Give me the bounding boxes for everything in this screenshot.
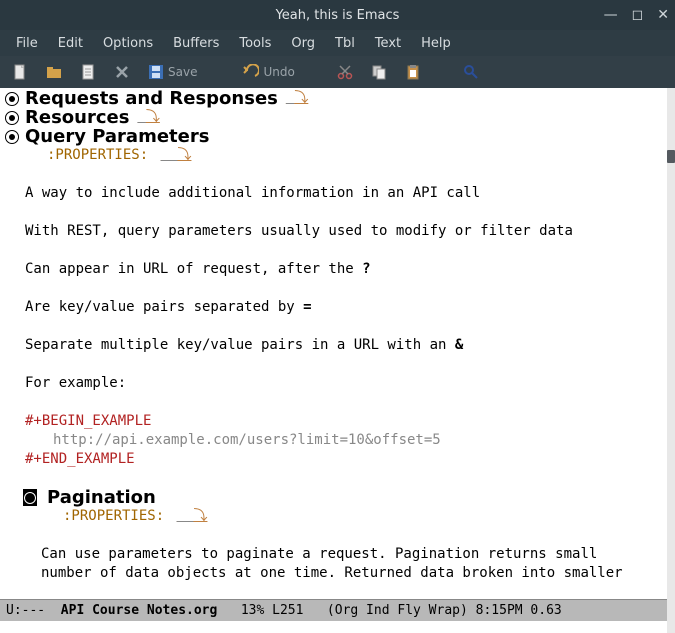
- menu-bar: File Edit Options Buffers Tools Org Tbl …: [0, 30, 675, 56]
- paragraph: Are key/value pairs separated by =: [5, 298, 667, 317]
- menu-help[interactable]: Help: [413, 34, 459, 53]
- properties-drawer[interactable]: :PROPERTIES: ⤵: [5, 507, 667, 526]
- paste-button[interactable]: [401, 62, 425, 82]
- window-title: Yeah, this is Emacs: [276, 8, 400, 23]
- properties-drawer[interactable]: :PROPERTIES: ⤵: [5, 146, 667, 165]
- end-example: #+END_EXAMPLE: [5, 450, 667, 469]
- heading-text: Pagination: [47, 488, 156, 507]
- fold-indicator-icon[interactable]: ⤵: [282, 89, 308, 108]
- close-icon[interactable]: ✕: [657, 7, 669, 23]
- open-file-icon: [46, 64, 62, 80]
- menu-tools[interactable]: Tools: [231, 34, 279, 53]
- scrollbar[interactable]: [667, 88, 675, 633]
- window-controls: — ◻ ✕: [604, 0, 669, 30]
- kill-buffer-button[interactable]: [110, 62, 134, 82]
- menu-tbl[interactable]: Tbl: [327, 34, 363, 53]
- bullet-cursor-icon: [23, 489, 37, 506]
- editor-area: Requests and Responses ⤵ Resources ⤵ Que…: [0, 88, 675, 633]
- new-file-button[interactable]: [8, 62, 32, 82]
- modeline-buffer-name: API Course Notes.org: [53, 603, 217, 618]
- bullet-icon: [5, 130, 19, 144]
- bullet-icon: [5, 111, 19, 125]
- heading-resources[interactable]: Resources ⤵: [5, 108, 667, 127]
- modeline-modes: (Org Ind Fly Wrap): [327, 603, 476, 618]
- undo-label: Undo: [263, 65, 294, 79]
- scissors-icon: [337, 64, 353, 80]
- menu-text[interactable]: Text: [367, 34, 409, 53]
- modeline-time-load: 8:15PM 0.63: [476, 603, 562, 618]
- fold-indicator-icon[interactable]: ⤵: [133, 108, 159, 127]
- heading-text: Resources: [25, 108, 129, 127]
- paragraph: Separate multiple key/value pairs in a U…: [5, 336, 667, 355]
- paragraph: Can use parameters to paginate a request…: [5, 545, 667, 564]
- copy-icon: [371, 64, 387, 80]
- tool-bar: Save Undo: [0, 56, 675, 88]
- save-label: Save: [168, 65, 197, 79]
- open-file-button[interactable]: [42, 62, 66, 82]
- heading-query-parameters[interactable]: Query Parameters: [5, 127, 667, 146]
- modeline-position: 13% L251: [217, 603, 327, 618]
- menu-edit[interactable]: Edit: [50, 34, 91, 53]
- paragraph: Can appear in URL of request, after the …: [5, 260, 667, 279]
- modeline-status: U:---: [6, 603, 53, 618]
- menu-org[interactable]: Org: [283, 34, 323, 53]
- dired-button[interactable]: [76, 62, 100, 82]
- properties-label: :PROPERTIES:: [63, 508, 164, 524]
- paragraph: A way to include additional information …: [5, 184, 667, 203]
- cut-button[interactable]: [333, 62, 357, 82]
- paragraph: number of data objects at one time. Retu…: [5, 564, 667, 583]
- scrollbar-thumb[interactable]: [667, 150, 675, 163]
- save-button[interactable]: Save: [144, 62, 201, 82]
- menu-buffers[interactable]: Buffers: [165, 34, 227, 53]
- heading-text: Requests and Responses: [25, 89, 278, 108]
- minimize-icon[interactable]: —: [604, 7, 618, 23]
- example-content: http://api.example.com/users?limit=10&of…: [5, 431, 667, 450]
- begin-example: #+BEGIN_EXAMPLE: [5, 412, 667, 431]
- heading-pagination[interactable]: Pagination: [5, 488, 667, 507]
- heading-text: Query Parameters: [25, 127, 209, 146]
- undo-icon: [243, 64, 259, 80]
- fold-indicator-icon[interactable]: ⤵: [157, 147, 192, 163]
- undo-button[interactable]: Undo: [239, 62, 298, 82]
- search-icon: [463, 64, 479, 80]
- window-titlebar: Yeah, this is Emacs — ◻ ✕: [0, 0, 675, 30]
- save-icon: [148, 64, 164, 80]
- new-file-icon: [12, 64, 28, 80]
- menu-options[interactable]: Options: [95, 34, 161, 53]
- paragraph: With REST, query parameters usually used…: [5, 222, 667, 241]
- heading-requests-responses[interactable]: Requests and Responses ⤵: [5, 89, 667, 108]
- buffer-text[interactable]: Requests and Responses ⤵ Resources ⤵ Que…: [0, 88, 667, 633]
- search-button[interactable]: [459, 62, 483, 82]
- x-icon: [114, 64, 130, 80]
- document-icon: [80, 64, 96, 80]
- bullet-icon: [5, 92, 19, 106]
- fold-indicator-icon[interactable]: ⤵: [173, 508, 208, 524]
- clipboard-icon: [405, 64, 421, 80]
- mode-line[interactable]: U:--- API Course Notes.org 13% L251 (Org…: [0, 599, 667, 621]
- paragraph: For example:: [5, 374, 667, 393]
- maximize-icon[interactable]: ◻: [632, 7, 644, 23]
- properties-label: :PROPERTIES:: [47, 147, 148, 163]
- menu-file[interactable]: File: [8, 34, 46, 53]
- echo-area: [0, 621, 667, 633]
- copy-button[interactable]: [367, 62, 391, 82]
